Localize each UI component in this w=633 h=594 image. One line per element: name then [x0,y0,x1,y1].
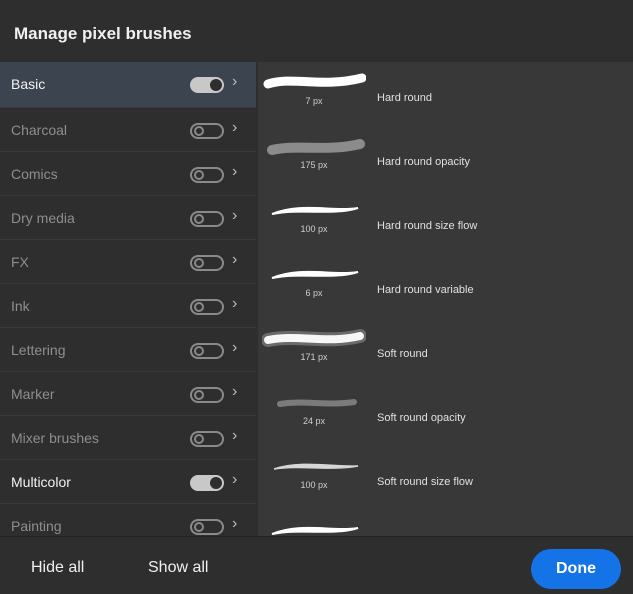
chevron-right-icon[interactable]: › [232,207,237,225]
category-row-ink[interactable]: Ink › [0,284,256,328]
brush-size: 7 px [305,96,323,106]
brush-item[interactable]: 175 px Hard round opacity [258,130,633,194]
category-toggle[interactable] [190,387,224,403]
chevron-right-icon[interactable]: › [232,119,237,137]
brush-item[interactable]: 100 px Soft round size flow [258,450,633,514]
category-label: Mixer brushes [11,430,99,446]
category-label: Ink [11,298,30,314]
brush-item[interactable]: 7 px Hard round [258,66,633,130]
dialog-title: Manage pixel brushes [14,24,192,43]
brush-size: 171 px [300,352,328,362]
category-row-fx[interactable]: FX › [0,240,256,284]
category-row-lettering[interactable]: Lettering › [0,328,256,372]
category-row-marker[interactable]: Marker › [0,372,256,416]
category-label: Dry media [11,210,75,226]
category-toggle[interactable] [190,431,224,447]
brush-item[interactable] [258,514,633,536]
toggle-knob [194,346,204,356]
brush-category-list: Basic › Charcoal › Comics › Dry media › FX › Ink › L… [0,62,256,536]
category-row-mixer-brushes[interactable]: Mixer brushes › [0,416,256,460]
brush-preview-list: 7 px Hard round 175 px Hard round opacity 10… [258,62,633,536]
chevron-right-icon[interactable]: › [232,73,237,91]
category-row-multicolor[interactable]: Multicolor › [0,460,256,504]
toggle-knob [194,126,204,136]
toggle-knob [194,170,204,180]
brush-name: Soft round opacity [377,412,466,424]
chevron-right-icon[interactable]: › [232,383,237,401]
category-toggle[interactable] [190,299,224,315]
brush-name: Hard round size flow [377,220,478,232]
category-row-dry-media[interactable]: Dry media › [0,196,256,240]
toggle-knob [194,390,204,400]
chevron-right-icon[interactable]: › [232,427,237,445]
brush-size: 100 px [300,224,328,234]
category-row-charcoal[interactable]: Charcoal › [0,108,256,152]
brush-item[interactable]: 6 px Hard round variable [258,258,633,322]
brush-item[interactable]: 171 px Soft round [258,322,633,386]
toggle-knob [210,477,222,489]
hide-all-button[interactable]: Hide all [31,559,84,577]
toggle-knob [194,434,204,444]
category-row-painting[interactable]: Painting › [0,504,256,536]
category-toggle[interactable] [190,255,224,271]
chevron-right-icon[interactable]: › [232,471,237,489]
category-label: Basic [11,76,46,92]
category-toggle[interactable] [190,343,224,359]
category-toggle[interactable] [190,211,224,227]
brush-name: Soft round size flow [377,476,473,488]
category-label: Multicolor [11,474,71,490]
category-label: FX [11,254,29,270]
category-toggle[interactable] [190,123,224,139]
category-label: Painting [11,518,62,534]
category-toggle[interactable] [190,167,224,183]
dialog-footer: Hide all Show all Done [0,536,633,594]
toggle-knob [194,302,204,312]
brush-item[interactable]: 24 px Soft round opacity [258,386,633,450]
brush-item[interactable]: 100 px Hard round size flow [258,194,633,258]
category-toggle[interactable] [190,475,224,491]
chevron-right-icon[interactable]: › [232,295,237,313]
brush-name: Hard round [377,92,433,104]
category-label: Lettering [11,342,66,358]
category-toggle[interactable] [190,519,224,535]
category-label: Comics [11,166,58,182]
chevron-right-icon[interactable]: › [232,515,237,533]
done-button[interactable]: Done [531,549,621,589]
toggle-knob [194,522,204,532]
brush-size: 6 px [305,288,323,298]
chevron-right-icon[interactable]: › [232,163,237,181]
show-all-button[interactable]: Show all [148,559,208,577]
category-row-comics[interactable]: Comics › [0,152,256,196]
brush-name: Soft round [377,348,428,360]
category-label: Marker [11,386,55,402]
toggle-knob [194,258,204,268]
toggle-knob [210,79,222,91]
brush-size: 175 px [300,160,328,170]
brush-size: 24 px [302,416,326,426]
toggle-knob [194,214,204,224]
category-label: Charcoal [11,122,68,138]
chevron-right-icon[interactable]: › [232,251,237,269]
brush-name: Hard round opacity [377,156,470,168]
brush-size: 100 px [300,480,328,490]
brush-name: Hard round variable [377,284,474,296]
chevron-right-icon[interactable]: › [232,339,237,357]
category-row-basic[interactable]: Basic › [0,62,256,108]
category-toggle[interactable] [190,77,224,93]
